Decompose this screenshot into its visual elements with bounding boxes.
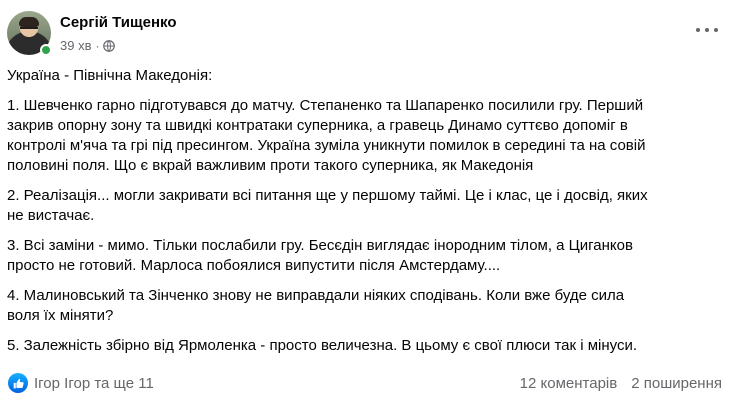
more-dot — [696, 28, 700, 32]
post-paragraph-2: 2. Реалізація... могли закривати всі пит… — [7, 187, 648, 224]
more-dot — [705, 28, 709, 32]
post-footer: Ігор Ігор та ще 11 12 коментарів 2 пошир… — [8, 370, 722, 396]
post-paragraph-title: Україна - Північна Македонія: — [7, 67, 213, 84]
avatar-glasses — [20, 27, 38, 31]
meta-separator: · — [95, 38, 100, 53]
post-text: Україна - Північна Македонія: 1. Шевченк… — [7, 66, 719, 366]
avatar-hair — [19, 17, 39, 27]
author-name[interactable]: Сергій Тищенко — [60, 14, 176, 31]
post-paragraph-1: 1. Шевченко гарно підготувався до матчу.… — [7, 97, 646, 174]
engagement-counts: 12 коментарів 2 поширення — [520, 375, 722, 392]
post-meta: 39 хв · — [60, 38, 116, 53]
comments-count[interactable]: 12 коментарів — [520, 375, 618, 392]
like-icon — [8, 373, 28, 393]
online-status-indicator — [40, 44, 52, 56]
post-paragraph-5: 5. Залежність збірно від Ярмоленка - про… — [7, 337, 638, 354]
reaction-names[interactable]: Ігор Ігор та ще 11 — [34, 375, 154, 392]
post-paragraph-3: 3. Всі заміни - мимо. Тільки послабили г… — [7, 237, 633, 274]
more-dot — [714, 28, 718, 32]
globe-icon[interactable] — [103, 39, 116, 52]
post-paragraph-4: 4. Малиновський та Зінченко знову не вип… — [7, 287, 625, 324]
shares-count[interactable]: 2 поширення — [631, 375, 722, 392]
more-options-icon[interactable] — [696, 24, 718, 36]
post-timestamp[interactable]: 39 хв — [60, 38, 91, 53]
post-header: Сергій Тищенко 39 хв · — [7, 11, 730, 61]
reactions-summary[interactable]: Ігор Ігор та ще 11 — [8, 373, 154, 393]
